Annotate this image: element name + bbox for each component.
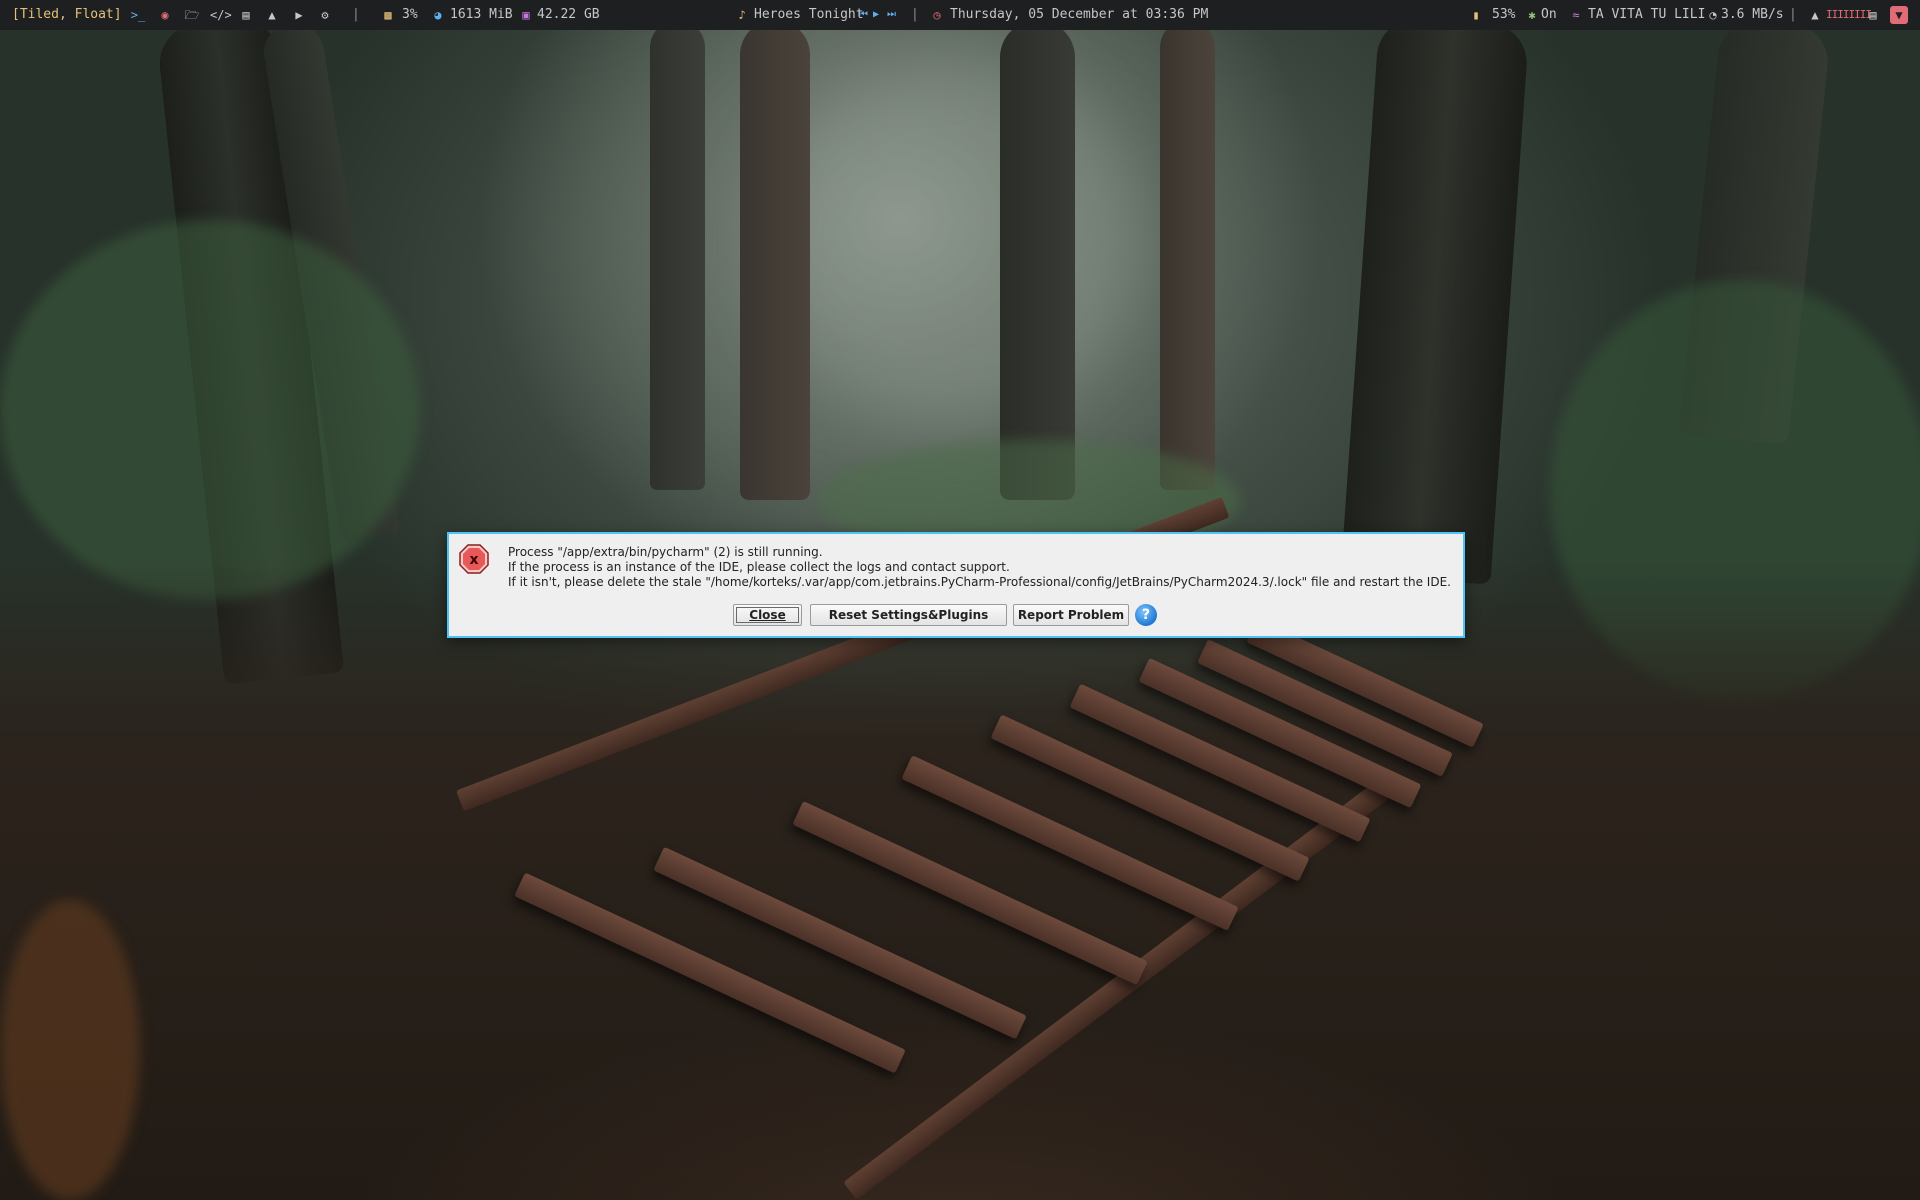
music-title[interactable]: Heroes Tonight <box>754 0 864 30</box>
music-note-icon: ♪ <box>738 8 746 22</box>
separator: | <box>1789 7 1797 22</box>
close-button[interactable]: Close <box>733 604 802 626</box>
disk-usage: 42.22 GB <box>537 7 600 22</box>
battery-percent: 53% <box>1492 7 1516 22</box>
separator: | <box>352 7 360 22</box>
clipboard-icon[interactable]: ▤ <box>1866 0 1880 30</box>
error-dialog: x Process "/app/extra/bin/pycharm" (2) i… <box>447 532 1465 638</box>
terminal-icon[interactable]: >_ <box>130 0 146 30</box>
svg-text:x: x <box>469 552 478 568</box>
youtube-icon[interactable]: ▶ <box>291 0 307 30</box>
wifi-icon[interactable]: ≈ <box>1569 0 1583 30</box>
volume-level-bars[interactable]: IIIIIIII <box>1826 0 1872 30</box>
bluetooth-icon[interactable]: ✱ <box>1526 0 1538 30</box>
wifi-ssid[interactable]: TA VITA TU LILI <box>1588 0 1705 30</box>
folder-icon[interactable]: 🗁 <box>184 0 200 30</box>
help-icon[interactable]: ? <box>1135 604 1157 626</box>
settings-icon[interactable]: ⚙ <box>317 0 333 30</box>
network-speed: 3.6 MB/s <box>1721 7 1784 22</box>
dialog-message-line-3: If it isn't, please delete the stale "/h… <box>508 575 1451 589</box>
battery-icon: ▮ <box>1472 8 1480 22</box>
report-problem-button[interactable]: Report Problem <box>1013 604 1129 626</box>
volume-icon[interactable]: ▲ <box>1808 0 1822 30</box>
separator: | <box>911 7 919 22</box>
speedometer-icon: ◔ <box>1709 8 1717 22</box>
media-prev-button[interactable]: ⏮ <box>859 0 868 30</box>
error-icon: x <box>459 544 489 574</box>
memory-pie-icon: ◕ <box>434 8 442 22</box>
memory-usage: 1613 MiB <box>450 7 513 22</box>
media-play-button[interactable]: ▶ <box>873 0 879 30</box>
code-icon[interactable]: </> <box>210 0 232 30</box>
close-button-label: Close <box>749 608 786 622</box>
disk-icon: ▣ <box>522 8 530 22</box>
layout-mode-indicator[interactable]: [Tiled, Float] <box>12 0 122 30</box>
cpu-usage: 3% <box>402 7 418 22</box>
firefox-icon[interactable]: ◉ <box>157 0 173 30</box>
bluetooth-status[interactable]: On <box>1541 0 1557 30</box>
shield-icon[interactable]: ▼ <box>1890 6 1908 24</box>
dialog-message-line-2: If the process is an instance of the IDE… <box>508 560 1010 574</box>
cpu-chart-icon: ▩ <box>384 8 392 22</box>
book-icon[interactable]: ▤ <box>238 0 254 30</box>
dialog-message-line-1: Process "/app/extra/bin/pycharm" (2) is … <box>508 545 823 559</box>
datetime[interactable]: Thursday, 05 December at 03:36 PM <box>950 0 1208 30</box>
media-next-button[interactable]: ⏭ <box>887 0 896 30</box>
reset-settings-plugins-button[interactable]: Reset Settings&Plugins <box>810 604 1007 626</box>
top-status-bar: [Tiled, Float] >_ ◉ 🗁 </> ▤ ▲ ▶ ⚙ | ▩ 3%… <box>0 0 1920 30</box>
chat-icon[interactable]: ▲ <box>264 0 280 30</box>
clock-icon: ◷ <box>933 8 941 22</box>
